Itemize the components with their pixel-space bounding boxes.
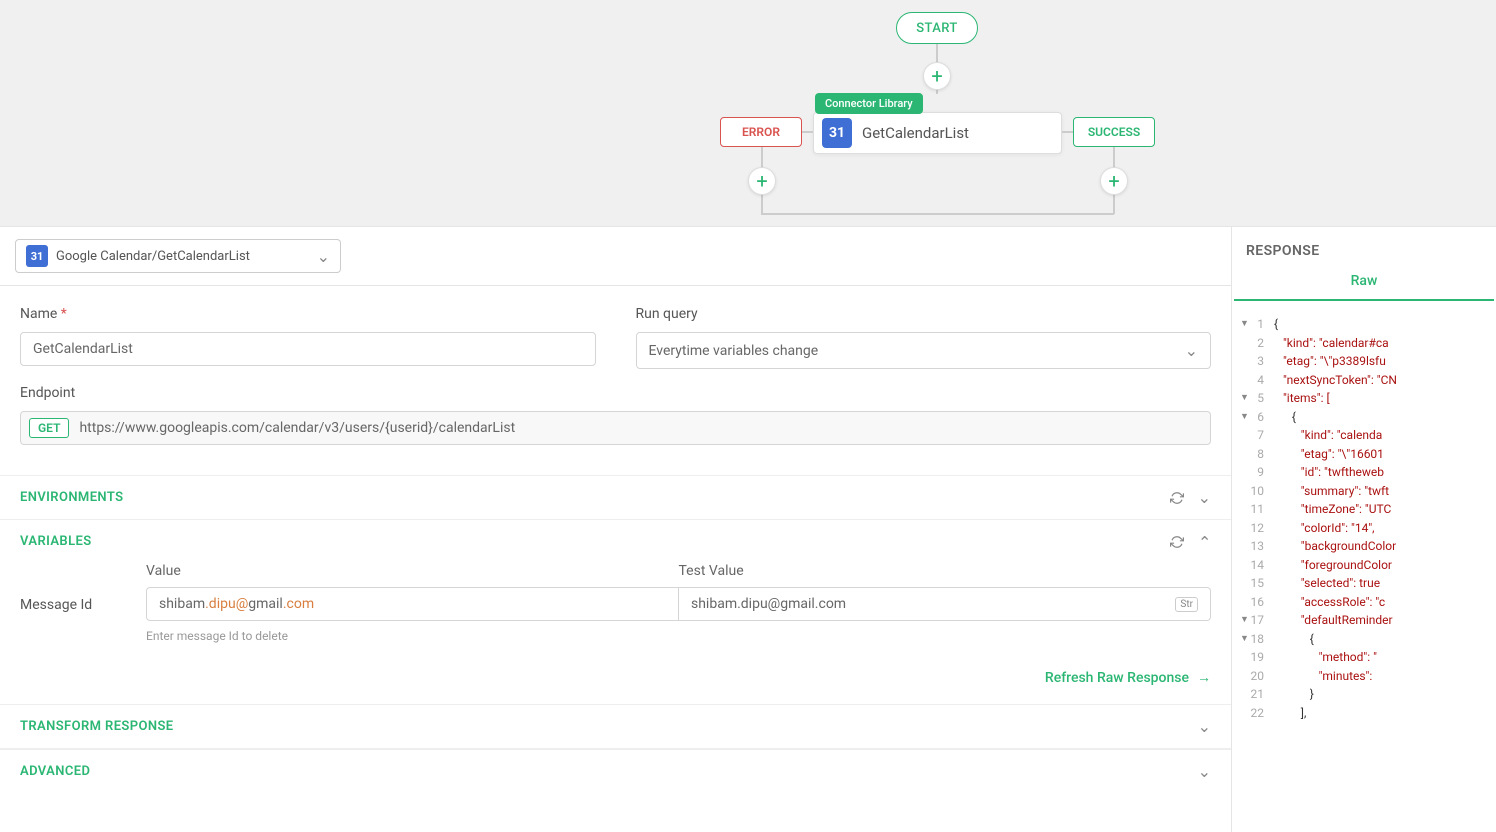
http-method-badge: GET <box>29 418 69 438</box>
error-node[interactable]: ERROR <box>720 117 802 147</box>
transform-section-header[interactable]: TRANSFORM RESPONSE ⌄ <box>0 704 1231 749</box>
runquery-select[interactable]: Everytime variables change ⌄ <box>636 332 1212 369</box>
json-line: ▼18 { <box>1232 630 1496 649</box>
advanced-section-header[interactable]: ADVANCED ⌄ <box>0 749 1231 793</box>
json-line: 22 ], <box>1232 704 1496 723</box>
add-node-button[interactable]: + <box>923 62 951 90</box>
chevron-down-icon: ⌄ <box>1198 488 1211 507</box>
refresh-icon[interactable] <box>1170 535 1184 549</box>
block-selector-dropdown[interactable]: 31 Google Calendar/GetCalendarList ⌄ <box>15 239 341 273</box>
variables-section: Value Test Value Message Id shibam.dipu@… <box>0 563 1231 659</box>
type-badge: Str <box>1175 597 1198 612</box>
json-line: 2 "kind": "calendar#ca <box>1232 334 1496 353</box>
calendar-icon: 31 <box>26 245 48 267</box>
json-line: ▼1{ <box>1232 315 1496 334</box>
json-line: ▼17 "defaultReminder <box>1232 611 1496 630</box>
variable-value-input[interactable]: shibam.dipu@gmail.com <box>146 587 679 621</box>
json-line: 19 "method": " <box>1232 648 1496 667</box>
response-title: RESPONSE <box>1232 243 1496 273</box>
config-left-panel: 31 Google Calendar/GetCalendarList ⌄ Nam… <box>0 227 1232 832</box>
connector-library-badge: Connector Library <box>815 93 923 114</box>
block-selector-label: Google Calendar/GetCalendarList <box>56 249 250 264</box>
success-label: SUCCESS <box>1088 125 1140 139</box>
success-node[interactable]: SUCCESS <box>1073 117 1155 147</box>
json-line: ▼5 "items": [ <box>1232 389 1496 408</box>
name-label: Name * <box>20 306 596 322</box>
endpoint-url: https://www.googleapis.com/calendar/v3/u… <box>79 420 515 436</box>
start-label: START <box>916 21 957 36</box>
calendar-icon: 31 <box>822 118 852 148</box>
workflow-canvas[interactable]: START + Connector Library 31 GetCalendar… <box>0 0 1496 226</box>
json-line: 3 "etag": "\"p3389lsfu <box>1232 352 1496 371</box>
section-title: VARIABLES <box>20 534 92 549</box>
json-line: 13 "backgroundColor <box>1232 537 1496 556</box>
environments-section-header[interactable]: ENVIRONMENTS ⌄ <box>0 475 1231 519</box>
json-line: 7 "kind": "calenda <box>1232 426 1496 445</box>
json-line: 14 "foregroundColor <box>1232 556 1496 575</box>
arrow-right-icon: → <box>1197 669 1211 686</box>
testvalue-column-header: Test Value <box>679 563 1212 579</box>
refresh-icon[interactable] <box>1170 491 1184 505</box>
json-line: 12 "colorId": "14", <box>1232 519 1496 538</box>
refresh-raw-response-link[interactable]: Refresh Raw Response → <box>0 659 1231 704</box>
endpoint-label: Endpoint <box>20 385 1211 401</box>
json-line: 20 "minutes": <box>1232 667 1496 686</box>
block-selector-bar: 31 Google Calendar/GetCalendarList ⌄ <box>0 227 1231 286</box>
section-title: ADVANCED <box>20 764 90 779</box>
runquery-label: Run query <box>636 306 1212 322</box>
form-area: Name * Run query Everytime variables cha… <box>0 286 1231 475</box>
variable-testvalue-input[interactable]: shibam.dipu@gmail.com Str <box>679 587 1211 621</box>
section-title: ENVIRONMENTS <box>20 490 123 505</box>
endpoint-box: GET https://www.googleapis.com/calendar/… <box>20 411 1211 445</box>
connector-line <box>1062 131 1073 133</box>
workflow-node[interactable]: 31 GetCalendarList <box>813 112 1062 154</box>
json-line: 21 } <box>1232 685 1496 704</box>
json-line: 15 "selected": true <box>1232 574 1496 593</box>
response-tab-raw[interactable]: Raw <box>1234 273 1494 301</box>
add-node-button[interactable]: + <box>748 167 776 195</box>
variable-row-label: Message Id <box>20 587 146 613</box>
add-node-button[interactable]: + <box>1100 167 1128 195</box>
variable-testvalue-text: shibam.dipu@gmail.com <box>691 596 846 612</box>
connector-line <box>802 131 813 133</box>
response-panel: RESPONSE Raw ▼1{2 "kind": "calendar#ca3 … <box>1232 227 1496 832</box>
variable-value-text: shibam.dipu@gmail.com <box>159 596 314 612</box>
json-line: ▼6 { <box>1232 408 1496 427</box>
json-line: 4 "nextSyncToken": "CN <box>1232 371 1496 390</box>
refresh-label: Refresh Raw Response <box>1045 670 1189 686</box>
json-line: 11 "timeZone": "UTC <box>1232 500 1496 519</box>
json-line: 9 "id": "twftheweb <box>1232 463 1496 482</box>
chevron-down-icon: ⌄ <box>1198 717 1211 736</box>
variable-hint: Enter message Id to delete <box>146 629 288 643</box>
json-line: 16 "accessRole": "c <box>1232 593 1496 612</box>
json-line: 10 "summary": "twft <box>1232 482 1496 501</box>
runquery-value: Everytime variables change <box>649 343 819 359</box>
error-label: ERROR <box>742 125 780 139</box>
connector-line <box>761 213 1114 215</box>
start-node[interactable]: START <box>896 12 978 44</box>
section-title: TRANSFORM RESPONSE <box>20 719 174 734</box>
chevron-down-icon: ⌄ <box>317 247 330 266</box>
chevron-up-icon: ⌄ <box>1198 532 1211 551</box>
config-panel: 31 Google Calendar/GetCalendarList ⌄ Nam… <box>0 226 1496 832</box>
json-viewer[interactable]: ▼1{2 "kind": "calendar#ca3 "etag": "\"p3… <box>1232 301 1496 722</box>
node-title: GetCalendarList <box>862 124 969 142</box>
chevron-down-icon: ⌄ <box>1198 762 1211 781</box>
name-input[interactable] <box>20 332 596 366</box>
chevron-down-icon: ⌄ <box>1185 341 1198 360</box>
value-column-header: Value <box>146 563 679 579</box>
variables-section-header[interactable]: VARIABLES ⌄ <box>0 519 1231 563</box>
json-line: 8 "etag": "\"16601 <box>1232 445 1496 464</box>
